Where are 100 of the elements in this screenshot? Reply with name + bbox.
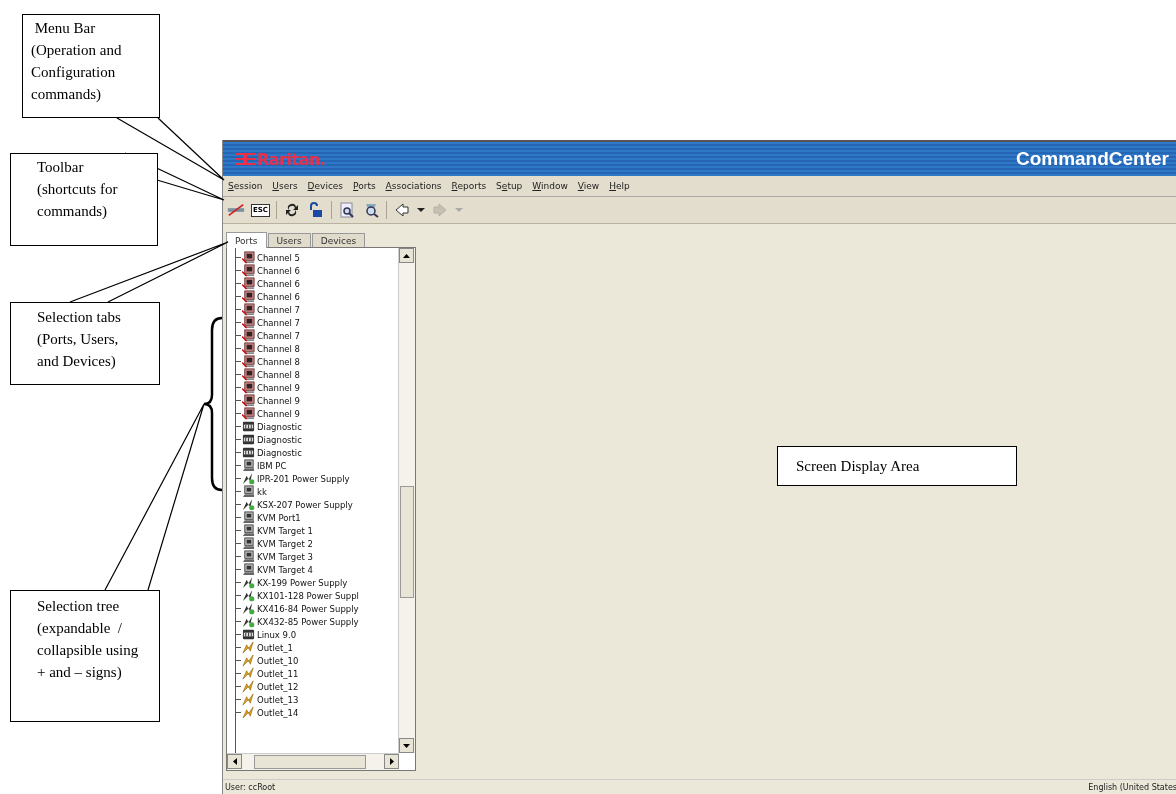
callout: Screen Display Area — [777, 446, 1017, 486]
monitor-icon — [242, 368, 255, 381]
monitor-icon — [242, 303, 255, 316]
power-icon — [242, 615, 255, 628]
menu-item[interactable]: View — [576, 181, 601, 191]
scroll-down-button[interactable] — [399, 738, 414, 753]
disconnect-icon[interactable] — [227, 202, 245, 218]
tree-item[interactable]: Channel 7 — [257, 317, 300, 328]
menu-item[interactable]: Session — [227, 181, 264, 191]
caret-icon[interactable] — [416, 206, 425, 214]
power-icon — [242, 576, 255, 589]
tab[interactable]: Users — [267, 233, 311, 247]
monitor-icon — [242, 381, 255, 394]
tree-item[interactable]: Channel 9 — [257, 395, 300, 406]
serial-device-icon — [242, 420, 255, 433]
serial-device-icon — [242, 433, 255, 446]
monitor-icon — [242, 277, 255, 290]
computer-icon — [242, 563, 255, 576]
tree-item[interactable]: Channel 8 — [257, 356, 300, 367]
tree-item[interactable]: Channel 8 — [257, 369, 300, 380]
monitor-icon — [242, 407, 255, 420]
down-arrow-icon — [403, 743, 410, 748]
serial-device-icon — [242, 628, 255, 641]
search-icon[interactable] — [337, 202, 356, 218]
lightning-icon — [242, 641, 255, 654]
vertical-scrollbar[interactable] — [398, 248, 415, 753]
window-title: CommandCenter — [1015, 148, 1169, 170]
tree-item[interactable]: KVM Target 1 — [257, 525, 313, 536]
tree-item[interactable]: KSX-207 Power Supply — [257, 499, 353, 510]
tree-item[interactable]: KVM Target 2 — [257, 538, 313, 549]
lightning-icon — [242, 680, 255, 693]
tree-item[interactable]: Channel 7 — [257, 304, 300, 315]
lightning-icon — [242, 706, 255, 719]
menu-item[interactable]: Ports — [352, 181, 377, 191]
tree-item[interactable]: Outlet_10 — [257, 655, 299, 666]
monitor-icon — [242, 342, 255, 355]
power-icon — [242, 472, 255, 485]
horizontal-scrollbar[interactable] — [227, 753, 399, 770]
left-arrow-icon — [232, 758, 237, 765]
tree-item[interactable]: KX416-84 Power Supply — [257, 603, 359, 614]
tree-item[interactable]: Channel 9 — [257, 382, 300, 393]
callout: Selection tree (expandable / collapsible using + and – signs) — [10, 590, 160, 722]
tree-item[interactable]: Outlet_11 — [257, 668, 299, 679]
scroll-left-button[interactable] — [227, 754, 242, 769]
tree-item[interactable]: KVM Target 3 — [257, 551, 313, 562]
computer-icon — [242, 524, 255, 537]
tree-item[interactable]: Diagnostic — [257, 434, 302, 445]
tree-item[interactable]: Outlet_1 — [257, 642, 293, 653]
menu-item[interactable]: Users — [271, 181, 299, 191]
computer-icon — [242, 550, 255, 563]
menu-item[interactable]: Window — [531, 181, 569, 191]
tree-item[interactable]: Channel 7 — [257, 330, 300, 341]
tab[interactable]: Devices — [311, 233, 366, 247]
tree-item[interactable]: Outlet_13 — [257, 694, 299, 705]
tab[interactable]: Ports — [226, 232, 267, 248]
monitor-icon — [242, 264, 255, 277]
scroll-thumb[interactable] — [400, 486, 414, 598]
tree-item[interactable]: KX-199 Power Supply — [257, 577, 348, 588]
tree-item[interactable]: Channel 9 — [257, 408, 300, 419]
computer-icon — [242, 485, 255, 498]
menu-item[interactable]: Help — [608, 181, 631, 191]
tree-item[interactable]: kk — [257, 486, 267, 497]
tree-item[interactable]: Channel 6 — [257, 278, 300, 289]
lightning-icon — [242, 667, 255, 680]
tree-item[interactable]: KVM Target 4 — [257, 564, 313, 575]
menu-item[interactable]: Associations — [384, 181, 443, 191]
lightning-icon — [242, 654, 255, 667]
scroll-thumb[interactable] — [254, 755, 366, 769]
power-icon — [242, 589, 255, 602]
tree-item[interactable]: Outlet_14 — [257, 707, 299, 718]
menu-item[interactable]: Setup — [495, 181, 524, 191]
power-icon — [242, 602, 255, 615]
tree-item[interactable]: KX101-128 Power Suppl — [257, 590, 359, 601]
tree-item[interactable]: Channel 5 — [257, 252, 300, 263]
tree-item[interactable]: Linux 9.0 — [257, 629, 297, 640]
menu-item[interactable]: Devices — [306, 181, 345, 191]
status-locale: English (United States — [1088, 782, 1176, 792]
monitor-icon — [242, 316, 255, 329]
serial-device-icon — [242, 446, 255, 459]
tree-item[interactable]: IPR-201 Power Supply — [257, 473, 350, 484]
scroll-right-button[interactable] — [384, 754, 399, 769]
tree-item[interactable]: KX432-85 Power Supply — [257, 616, 359, 627]
tree-item[interactable]: KVM Port1 — [257, 512, 301, 523]
callout: Selection tabs (Ports, Users, and Devices) — [10, 302, 160, 385]
monitor-icon — [242, 329, 255, 342]
callout: Menu Bar (Operation and Configuration commands) — [22, 14, 160, 118]
tree-item[interactable]: Diagnostic — [257, 447, 302, 458]
tree-item[interactable]: Channel 6 — [257, 291, 300, 302]
monitor-icon — [242, 251, 255, 264]
menu-item[interactable]: Reports — [450, 181, 488, 191]
monitor-icon — [242, 290, 255, 303]
tree-item[interactable]: IBM PC — [257, 460, 287, 471]
tree-item[interactable]: Diagnostic — [257, 421, 302, 432]
tree-item[interactable]: Channel 8 — [257, 343, 300, 354]
tree-item[interactable]: Channel 6 — [257, 265, 300, 276]
tree-item[interactable]: Outlet_12 — [257, 681, 299, 692]
monitor-icon — [242, 394, 255, 407]
callout: Toolbar (shortcuts for commands) — [10, 153, 158, 246]
computer-icon — [242, 537, 255, 550]
scroll-up-button[interactable] — [399, 248, 414, 263]
